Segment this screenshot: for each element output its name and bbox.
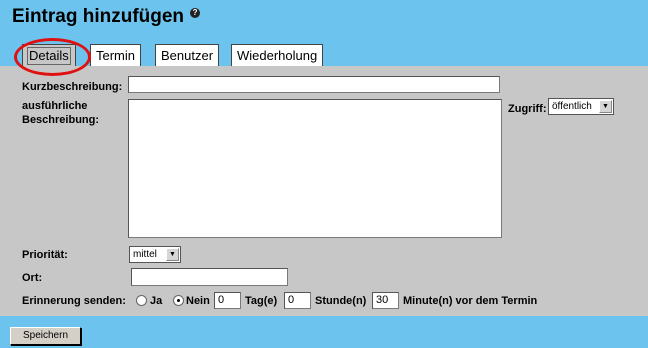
short-desc-input[interactable] (128, 76, 500, 93)
long-desc-label-line1: ausführliche (22, 100, 88, 112)
save-button[interactable]: Speichern (10, 327, 81, 345)
page-title-text: Eintrag hinzufügen (12, 6, 185, 27)
reminder-label: Erinnerung senden: (22, 295, 126, 307)
reminder-days-label: Tag(e) (245, 295, 278, 307)
reminder-days-input[interactable]: 0 (214, 292, 241, 309)
long-desc-label-line2: Beschreibung: (22, 114, 100, 126)
location-input[interactable] (131, 268, 288, 286)
priority-select[interactable]: mittel ▼ (129, 246, 181, 263)
tab-termin[interactable]: Termin (90, 44, 142, 66)
chevron-down-icon: ▼ (166, 248, 179, 261)
priority-select-value: mittel (133, 249, 157, 260)
page-title: Eintrag hinzufügen? (12, 6, 201, 28)
reminder-minutes-label: Minute(n) vor dem Termin (403, 295, 538, 307)
tab-benutzer[interactable]: Benutzer (155, 44, 220, 66)
tab-wiederholung-label: Wiederholung (237, 48, 318, 63)
reminder-hours-label: Stunde(n) (315, 295, 367, 307)
access-label: Zugriff: (508, 103, 547, 115)
access-select-value: öffentlich (552, 101, 592, 112)
reminder-yes-label: Ja (150, 295, 163, 307)
details-panel: Kurzbeschreibung: ausführliche Beschreib… (0, 66, 648, 316)
location-label: Ort: (22, 272, 43, 284)
footer-bar (0, 316, 648, 348)
long-desc-textarea[interactable] (128, 99, 502, 238)
reminder-yes-radio[interactable] (136, 295, 147, 306)
chevron-down-icon: ▼ (599, 100, 612, 113)
tab-termin-label: Termin (96, 48, 136, 63)
reminder-minutes-input[interactable]: 30 (372, 292, 399, 309)
tab-details[interactable]: Details (22, 44, 76, 66)
reminder-hours-input[interactable]: 0 (284, 292, 311, 309)
tab-benutzer-label: Benutzer (161, 48, 214, 63)
access-select[interactable]: öffentlich ▼ (548, 98, 614, 115)
tab-bar: Details Termin Benutzer Wiederholung (0, 44, 648, 66)
short-desc-label: Kurzbeschreibung: (22, 81, 123, 93)
tab-details-label: Details (27, 47, 71, 65)
help-icon[interactable]: ? (190, 8, 201, 18)
priority-label: Priorität: (22, 249, 68, 261)
tab-wiederholung[interactable]: Wiederholung (231, 44, 324, 66)
reminder-no-radio[interactable] (173, 295, 184, 306)
reminder-no-label: Nein (186, 295, 210, 307)
